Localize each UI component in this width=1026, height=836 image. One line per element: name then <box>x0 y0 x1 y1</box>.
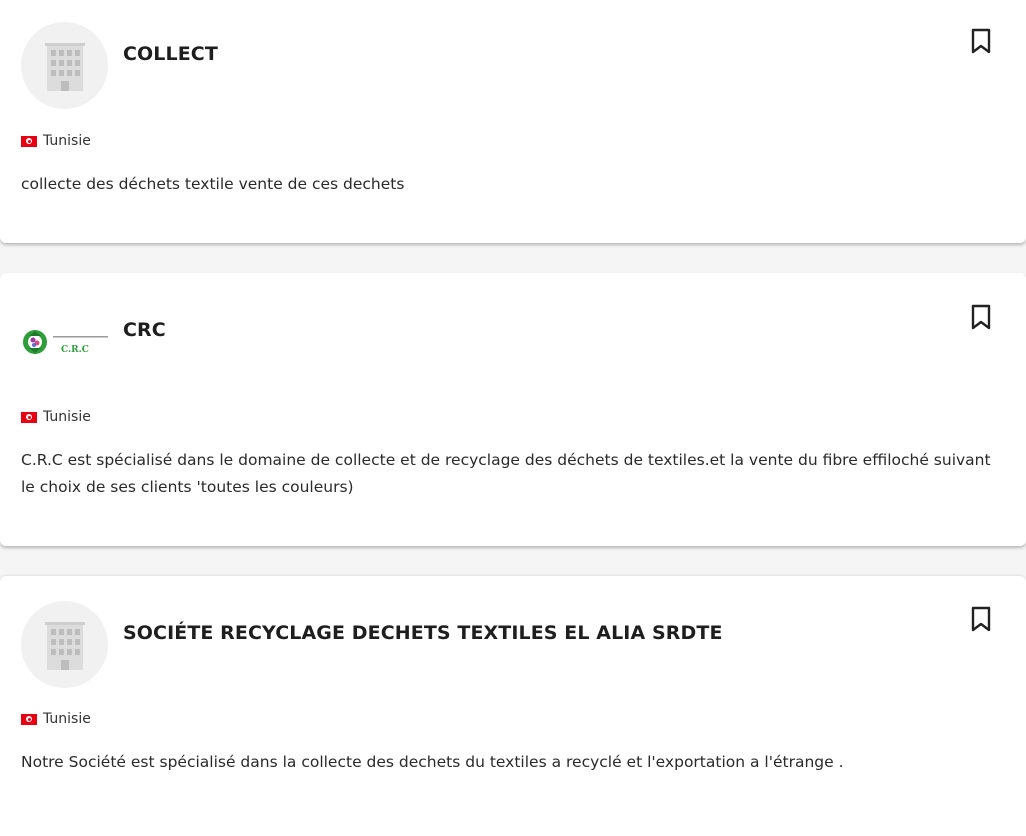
country-label: Tunisie <box>43 711 91 727</box>
company-name[interactable]: CRC <box>123 319 166 341</box>
country-label: Tunisie <box>43 133 91 149</box>
country-tag: Tunisie <box>21 409 91 425</box>
tunisia-flag-icon <box>21 713 37 725</box>
company-name[interactable]: SOCIÉTE RECYCLAGE DECHETS TEXTILES EL AL… <box>123 622 723 644</box>
building-placeholder-icon <box>44 621 85 670</box>
company-logo[interactable] <box>21 22 108 109</box>
logo-text: C.R.C <box>61 345 89 355</box>
company-description: C.R.C est spécialisé dans le domaine de … <box>21 451 991 496</box>
company-logo[interactable] <box>21 601 108 688</box>
country-tag: Tunisie <box>21 711 91 727</box>
bookmark-icon[interactable] <box>970 304 992 330</box>
company-logo[interactable]: C.R.C <box>21 322 111 362</box>
company-name[interactable]: COLLECT <box>123 43 218 65</box>
building-placeholder-icon <box>44 42 85 91</box>
recycle-logo-icon: C.R.C <box>23 330 108 355</box>
country-tag: Tunisie <box>21 133 91 149</box>
tunisia-flag-icon <box>21 135 37 147</box>
company-card[interactable]: COLLECT Tunisie collecte des déchets tex… <box>0 0 1026 243</box>
company-description: Notre Société est spécialisé dans la col… <box>21 753 844 771</box>
tunisia-flag-icon <box>21 411 37 423</box>
bookmark-icon[interactable] <box>970 606 992 632</box>
company-card[interactable]: SOCIÉTE RECYCLAGE DECHETS TEXTILES EL AL… <box>0 576 1026 836</box>
company-card[interactable]: C.R.C CRC Tunisie C.R.C est spécialisé d… <box>0 273 1026 546</box>
company-description: collecte des déchets textile vente de ce… <box>21 175 405 193</box>
country-label: Tunisie <box>43 409 91 425</box>
bookmark-icon[interactable] <box>970 28 992 54</box>
